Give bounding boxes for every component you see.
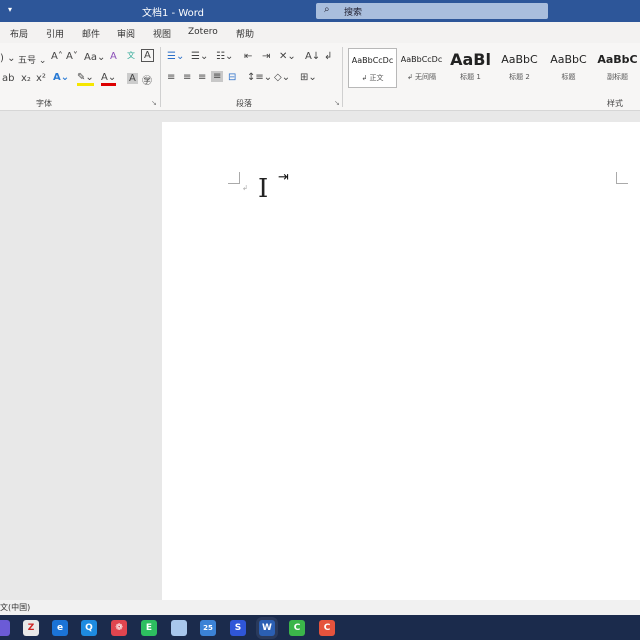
bullets-icon[interactable]: ☰⌄ bbox=[167, 51, 184, 62]
taskbar-netease-music[interactable]: ❁ bbox=[111, 620, 127, 636]
change-case-icon[interactable]: Aa⌄ bbox=[84, 52, 105, 63]
paragraph-group-label: 段落 bbox=[236, 99, 252, 108]
styles-gallery: AaBbCcDc ↲ 正文 AaBbCcDc ↲ 无间隔 AaBl 标题 1 AaBb… bbox=[348, 48, 640, 90]
show-marks-icon[interactable]: ↲ bbox=[324, 51, 332, 62]
style-label: ↲ 无间隔 bbox=[406, 73, 437, 81]
align-right-icon[interactable]: ≡ bbox=[198, 72, 206, 83]
tab-review[interactable]: 审阅 bbox=[117, 27, 135, 40]
tab-references[interactable]: 引用 bbox=[46, 27, 64, 40]
font-size-value: 五号 bbox=[18, 56, 37, 66]
style-label: ↲ 正文 bbox=[361, 74, 384, 82]
highlight-icon[interactable]: ✎⌄ bbox=[77, 72, 94, 86]
search-icon: ⌕ bbox=[324, 4, 330, 15]
window-title: 文档1 - Word bbox=[142, 8, 205, 19]
tab-zotero[interactable]: Zotero bbox=[188, 27, 218, 37]
style-preview: AaBbC bbox=[550, 53, 587, 66]
tab-mailings[interactable]: 邮件 bbox=[82, 27, 100, 40]
style-label: 标题 1 bbox=[460, 73, 481, 81]
taskbar-camtasia-red[interactable]: C bbox=[319, 620, 335, 636]
enclose-characters-icon[interactable]: ㊫ bbox=[142, 72, 152, 87]
divider bbox=[160, 47, 161, 107]
decrease-indent-icon[interactable]: ⇤ bbox=[244, 51, 252, 62]
character-border-icon[interactable]: A bbox=[141, 49, 154, 62]
font-color-icon[interactable]: A⌄ bbox=[101, 72, 117, 86]
distributed-icon[interactable]: ⊟ bbox=[228, 72, 236, 83]
ribbon: ) ⌄ 五号 ⌄ A˄ A˅ Aa⌄ A 文 A ab x₂ x² A⌄ ✎⌄ … bbox=[0, 43, 640, 111]
style-preview: AaBl bbox=[450, 50, 491, 69]
style-preview: AaBbCcDc bbox=[351, 56, 394, 65]
phonetic-guide-icon[interactable]: 文 bbox=[127, 50, 135, 61]
style-title[interactable]: AaBbC 标题 bbox=[544, 48, 593, 88]
style-preview: AaBbC bbox=[501, 53, 538, 66]
align-left-icon[interactable]: ≡ bbox=[167, 72, 175, 83]
taskbar-word[interactable]: W bbox=[259, 620, 275, 636]
style-preview: AaBbC bbox=[597, 53, 638, 66]
taskbar-notebook[interactable] bbox=[171, 620, 187, 636]
style-label: 副标题 bbox=[607, 73, 628, 81]
borders-icon[interactable]: ⊞⌄ bbox=[300, 72, 317, 83]
style-label: 标题 bbox=[561, 73, 576, 81]
search-placeholder: 搜索 bbox=[344, 8, 363, 18]
subscript-icon[interactable]: x₂ bbox=[21, 73, 31, 84]
shading-icon[interactable]: ◇⌄ bbox=[274, 72, 290, 83]
taskbar-baidu-netdisk[interactable]: S bbox=[230, 620, 246, 636]
paragraph-mark-icon: ↲ bbox=[242, 184, 248, 192]
style-preview: AaBbCcDc bbox=[400, 55, 443, 64]
taskbar-qq-browser[interactable]: Q bbox=[81, 620, 97, 636]
margin-corner-mark bbox=[228, 172, 240, 184]
style-no-spacing[interactable]: AaBbCcDc ↲ 无间隔 bbox=[397, 48, 446, 88]
strikethrough-icon[interactable]: ab bbox=[2, 73, 14, 84]
taskbar-edge[interactable]: e bbox=[52, 620, 68, 636]
line-spacing-icon[interactable]: ↕≡⌄ bbox=[247, 72, 272, 83]
taskbar-camtasia-green[interactable]: C bbox=[289, 620, 305, 636]
paragraph-dialog-launcher-icon[interactable]: ↘ bbox=[334, 99, 340, 107]
align-center-icon[interactable]: ≡ bbox=[183, 72, 191, 83]
character-shading-icon[interactable]: A bbox=[127, 73, 138, 84]
multilevel-list-icon[interactable]: ☷⌄ bbox=[216, 51, 233, 62]
superscript-icon[interactable]: x² bbox=[36, 73, 46, 84]
chinese-layout-icon[interactable]: ✕⌄ bbox=[279, 51, 296, 62]
search-box[interactable]: ⌕ 搜索 bbox=[316, 3, 548, 19]
tab-help[interactable]: 帮助 bbox=[236, 27, 254, 40]
font-size-dropdown[interactable]: 五号 ⌄ bbox=[18, 53, 46, 66]
taskbar-zotero[interactable]: Z bbox=[23, 620, 39, 636]
font-dialog-launcher-icon[interactable]: ↘ bbox=[151, 99, 157, 107]
increase-indent-icon[interactable]: ⇥ bbox=[262, 51, 270, 62]
shrink-font-icon[interactable]: A˅ bbox=[66, 51, 78, 62]
margin-corner-mark bbox=[616, 172, 628, 184]
styles-group-label: 样式 bbox=[607, 99, 623, 108]
taskbar-calendar[interactable]: 25 bbox=[200, 620, 216, 636]
style-normal[interactable]: AaBbCcDc ↲ 正文 bbox=[348, 48, 397, 88]
sort-icon[interactable]: A↓ bbox=[305, 51, 320, 62]
taskbar-app-partial[interactable] bbox=[0, 620, 10, 636]
status-bar: 文(中国) bbox=[0, 600, 640, 615]
numbering-icon[interactable]: ☰⌄ bbox=[191, 51, 208, 62]
style-subtitle[interactable]: AaBbC 副标题 bbox=[593, 48, 640, 88]
text-effects-icon[interactable]: A⌄ bbox=[53, 72, 69, 83]
font-name-dropdown[interactable]: ) ⌄ bbox=[0, 53, 15, 64]
taskbar: Z e Q ❁ E 25 S W C C bbox=[0, 615, 640, 640]
font-group-label: 字体 bbox=[36, 99, 52, 108]
click-and-type-indent-icon: ⇥ bbox=[278, 170, 289, 185]
quick-access-dropdown[interactable]: ▾ bbox=[8, 5, 12, 14]
ribbon-tabs: 布局 引用 邮件 审阅 视图 Zotero 帮助 bbox=[0, 22, 640, 43]
tab-layout[interactable]: 布局 bbox=[10, 27, 28, 40]
style-heading-1[interactable]: AaBl 标题 1 bbox=[446, 48, 495, 88]
language-indicator[interactable]: 文(中国) bbox=[0, 603, 30, 612]
divider bbox=[342, 47, 343, 107]
style-heading-2[interactable]: AaBbC 标题 2 bbox=[495, 48, 544, 88]
i-beam-cursor-icon: I bbox=[258, 174, 269, 204]
clear-formatting-icon[interactable]: A bbox=[110, 51, 117, 62]
document-page[interactable]: ↲ I ⇥ bbox=[162, 122, 640, 600]
tab-view[interactable]: 视图 bbox=[153, 27, 171, 40]
taskbar-evernote[interactable]: E bbox=[141, 620, 157, 636]
justify-icon[interactable]: ≡ bbox=[211, 71, 224, 82]
title-bar: ▾ 文档1 - Word ⌕ 搜索 bbox=[0, 0, 640, 22]
grow-font-icon[interactable]: A˄ bbox=[51, 51, 63, 62]
style-label: 标题 2 bbox=[509, 73, 530, 81]
